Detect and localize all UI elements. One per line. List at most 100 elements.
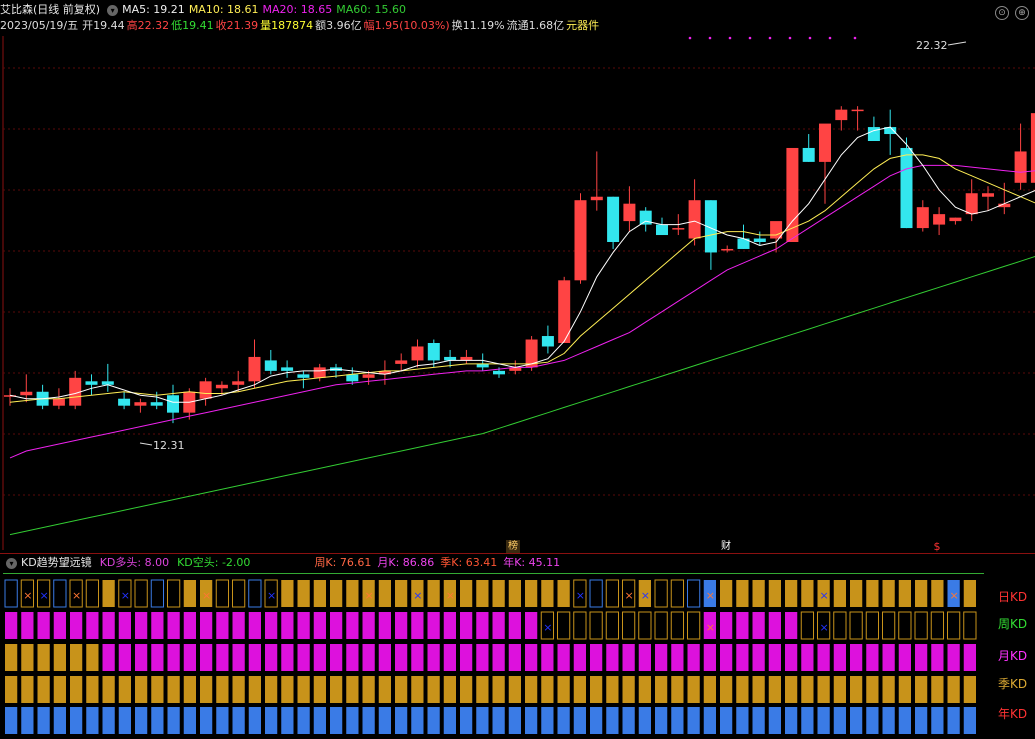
kd-cell <box>118 612 131 639</box>
week-k-value: 周K: 76.61 <box>314 556 372 569</box>
candle-body <box>590 196 603 201</box>
kd-cell <box>216 612 229 639</box>
kd-cell <box>638 707 651 734</box>
kd-cell <box>915 707 928 734</box>
kd-cell <box>931 580 944 607</box>
kd-cell <box>443 612 456 639</box>
row-label-day-kd: 日KD <box>998 590 1028 604</box>
kd-cell <box>720 580 733 607</box>
kd-cell <box>37 612 50 639</box>
kd-cell <box>622 644 635 671</box>
kd-cell <box>313 707 326 734</box>
kd-cell <box>525 612 538 639</box>
kd-cell <box>785 644 798 671</box>
kd-cell <box>135 644 148 671</box>
kd-cell <box>476 612 489 639</box>
rank-marker[interactable]: 榜 <box>506 540 520 553</box>
kd-cell <box>655 707 668 734</box>
kd-title: KD趋势望远镜 <box>21 556 92 569</box>
kd-cell <box>898 676 911 703</box>
kd-cell <box>167 612 180 639</box>
stock-chart-window: { "header": { "name": "艾比森(日线 前复权)", "ma… <box>0 0 1035 739</box>
kd-cell <box>654 579 668 608</box>
kd-cell <box>265 644 278 671</box>
candle-body <box>900 147 913 229</box>
kd-cell <box>118 707 131 734</box>
candle-body <box>851 109 864 112</box>
kd-cell <box>362 676 375 703</box>
kd-cell <box>508 612 521 639</box>
candle-body <box>688 200 701 239</box>
high-annotation: 22.32 <box>916 39 948 52</box>
kd-cell <box>589 611 603 640</box>
kd-cell <box>508 707 521 734</box>
kd-cell <box>460 580 473 607</box>
candle-body <box>167 395 179 413</box>
kd-cell <box>362 707 375 734</box>
chevron-down-icon[interactable]: ▾ <box>6 557 17 569</box>
kd-cell <box>151 676 164 703</box>
kd-cell <box>21 676 34 703</box>
kd-cell <box>21 644 34 671</box>
kd-cell <box>557 580 570 607</box>
kd-cell <box>378 580 391 607</box>
candle-body <box>982 193 994 197</box>
kd-cell <box>866 644 879 671</box>
kd-cell <box>703 676 716 703</box>
kd-cell <box>525 676 538 703</box>
kd-cell <box>248 676 261 703</box>
kd-cell <box>849 611 863 640</box>
kd-cell <box>915 644 928 671</box>
kd-cell <box>297 676 310 703</box>
kd-cell <box>622 611 636 640</box>
kd-short-value: KD空头: -2.00 <box>177 556 251 569</box>
kd-cell <box>785 612 798 639</box>
candle-body <box>297 374 310 378</box>
candle-body <box>623 203 636 222</box>
kd-cell <box>866 707 879 734</box>
kd-cell <box>232 707 245 734</box>
kd-cell <box>752 644 765 671</box>
kd-cell <box>655 676 668 703</box>
candle-body <box>118 398 131 406</box>
kd-cell <box>752 612 765 639</box>
dividend-marker[interactable]: $ <box>931 540 943 553</box>
kd-cell <box>850 707 863 734</box>
kd-cell <box>655 644 668 671</box>
kd-cell <box>183 676 196 703</box>
kd-cell <box>216 644 229 671</box>
signal-dot <box>708 36 712 40</box>
kd-cell <box>785 676 798 703</box>
kd-cell <box>736 676 749 703</box>
kd-cell <box>86 644 99 671</box>
kd-cell <box>37 644 50 671</box>
kd-cell <box>330 676 343 703</box>
kd-cell <box>70 676 83 703</box>
kd-cell <box>605 579 619 608</box>
candle-body <box>232 381 245 385</box>
kd-cell <box>313 580 326 607</box>
kd-cell <box>297 612 310 639</box>
signal-dot <box>728 36 732 40</box>
kd-cell <box>427 707 440 734</box>
kd-cell <box>850 580 863 607</box>
kd-cell <box>476 644 489 671</box>
kd-cell <box>557 707 570 734</box>
kd-cell <box>785 580 798 607</box>
candle-body <box>215 384 228 389</box>
candlestick-chart[interactable]: 22.32 12.31 <box>0 0 1035 550</box>
kd-cell <box>914 611 928 640</box>
kd-cell <box>427 644 440 671</box>
finance-marker[interactable]: 财 <box>719 540 733 553</box>
kd-cell <box>281 707 294 734</box>
kd-cell <box>102 612 115 639</box>
signal-dot <box>748 36 752 40</box>
kd-cell <box>720 707 733 734</box>
kd-cell <box>70 612 83 639</box>
kd-cell <box>963 580 976 607</box>
kd-grid[interactable]: × × × × × × × × × × × × × × × × × × <box>0 576 1035 738</box>
kd-cell <box>215 579 229 608</box>
kd-cell <box>53 612 66 639</box>
kd-cell <box>200 612 213 639</box>
kd-cell <box>752 707 765 734</box>
